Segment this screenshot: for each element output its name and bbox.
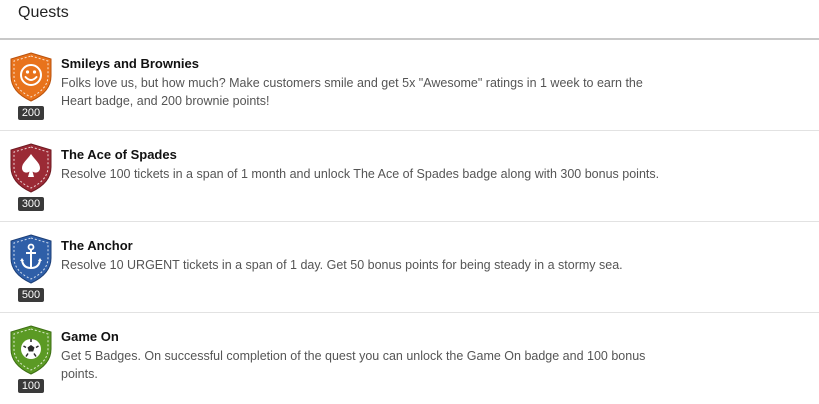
quest-title: Smileys and Brownies xyxy=(61,56,199,71)
quest-title: The Anchor xyxy=(61,238,133,253)
quest-title: The Ace of Spades xyxy=(61,147,177,162)
spade-icon xyxy=(10,143,52,193)
points-badge: 300 xyxy=(18,197,44,211)
quest-badge xyxy=(9,52,53,102)
points-badge: 100 xyxy=(18,379,44,393)
points-badge: 200 xyxy=(18,106,44,120)
page-header: Quests xyxy=(0,0,819,40)
list-item[interactable]: 500 The Anchor Resolve 10 URGENT tickets… xyxy=(0,222,819,313)
soccer-ball-icon xyxy=(10,325,52,375)
smiley-icon xyxy=(10,52,52,102)
list-item[interactable]: 100 Game On Get 5 Badges. On successful … xyxy=(0,313,819,404)
quest-description: Folks love us, but how much? Make custom… xyxy=(61,76,643,108)
quests-page: Quests 200 Smileys and Brownies Folks lo… xyxy=(0,0,819,404)
quest-description: Resolve 100 tickets in a span of 1 month… xyxy=(61,167,660,181)
anchor-icon xyxy=(10,234,52,284)
page-title: Quests xyxy=(18,4,69,21)
quest-badge xyxy=(9,143,53,193)
quest-title: Game On xyxy=(61,329,119,344)
quest-list: 200 Smileys and Brownies Folks love us, … xyxy=(0,40,819,404)
quest-description: Resolve 10 URGENT tickets in a span of 1… xyxy=(61,258,623,272)
quest-description: Get 5 Badges. On successful completion o… xyxy=(61,349,646,381)
list-item[interactable]: 200 Smileys and Brownies Folks love us, … xyxy=(0,40,819,131)
list-item[interactable]: 300 The Ace of Spades Resolve 100 ticket… xyxy=(0,131,819,222)
quest-badge xyxy=(9,234,53,284)
points-badge: 500 xyxy=(18,288,44,302)
quest-badge xyxy=(9,325,53,375)
